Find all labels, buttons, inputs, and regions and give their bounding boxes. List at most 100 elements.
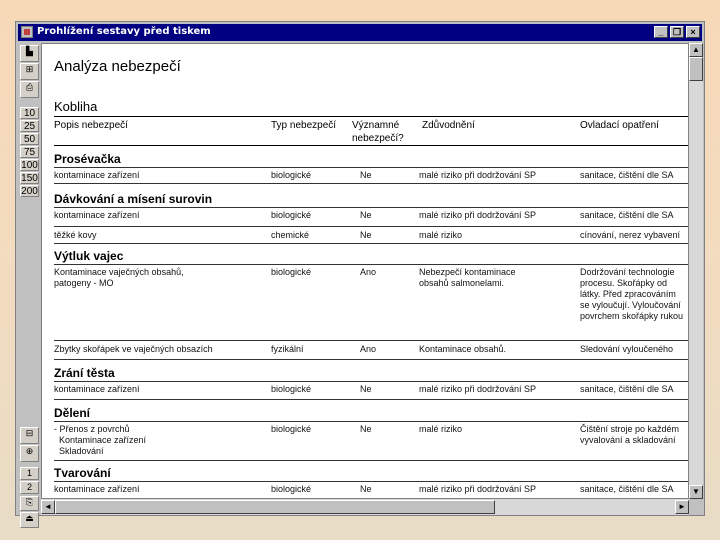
close-button[interactable]: × [686,26,700,38]
col-significant: Významné [352,120,400,131]
row-rule [54,226,688,227]
section-title: Dávkování a mísení surovin [54,192,213,206]
col-justification: Zdůvodnění [422,120,475,131]
cell-hazard: těžké kovy [54,230,97,240]
cell-hazard: Kontaminace vaječných obsahů, [54,267,184,277]
horizontal-scrollbar[interactable]: ◄ ► [41,499,689,515]
cell-hazard: - Přenos z povrchů [54,424,130,434]
zoom-10-button[interactable]: 10 [20,107,39,119]
cell-control: cínování, nerez vybavení [580,230,681,240]
scroll-down-icon[interactable]: ▼ [689,485,703,499]
cell-type: biologické [271,170,312,180]
cell-type: fyzikální [271,344,304,354]
section-title: Zrání těsta [54,366,115,380]
export-icon[interactable]: ⎘ [20,496,39,511]
page-2-button[interactable]: 2 [20,481,39,494]
cell-control: Dodržování technologie [580,267,675,277]
cell-type: biologické [271,210,312,220]
cell-control-line2: procesu. Skořápky od [580,278,668,288]
col-control: Ovladací opatření [580,120,659,131]
cell-justification: Kontaminace obsahů. [419,344,507,354]
restore-button[interactable]: ❐ [670,26,684,38]
cell-significant: Ne [360,230,372,240]
col-significant-2: nebezpečí? [352,133,404,144]
cell-justification: malé riziko při dodržování SP [419,484,537,494]
vertical-scroll-thumb[interactable] [689,57,703,81]
exit-icon[interactable]: ⏏ [20,512,39,528]
zoom-50-button[interactable]: 50 [20,133,39,145]
cell-control-line4: se vyloučují. Vyloučování [580,300,681,310]
zoom-in-icon[interactable]: ⊕ [20,445,39,462]
header-top-rule [54,116,688,117]
page-1-button[interactable]: 1 [20,467,39,480]
vertical-scrollbar[interactable]: ▲ ▼ [689,43,703,499]
zoom-25-button[interactable]: 25 [20,120,39,132]
cell-type: chemické [271,230,310,240]
cell-hazard: kontaminace zařízení [54,170,140,180]
cell-hazard-line2: Kontaminace zařízení [54,435,147,445]
cell-control: sanitace, čištění dle SA [580,170,674,180]
cell-significant: Ne [360,424,372,434]
print-icon[interactable]: ▙ [20,45,39,62]
row-rule [54,399,688,400]
cell-justification: malé riziko při dodržování SP [419,170,537,180]
cell-significant: Ne [360,384,372,394]
zoom-75-button[interactable]: 75 [20,146,39,158]
cell-control-line5: povrchem skořápky rukou [580,311,684,321]
section-title: Prosévačka [54,152,121,166]
section-rule [54,381,688,382]
cell-significant: Ne [360,210,372,220]
setup-icon[interactable]: ⊞ [20,63,39,80]
cell-hazard-line2: patogeny - MO [54,278,114,288]
print-preview-icon[interactable]: ⎙ [20,81,39,98]
col-type: Typ nebezpečí [271,120,337,131]
header-bottom-rule [54,145,688,146]
scroll-left-icon[interactable]: ◄ [41,500,55,514]
cell-justification: Nebezpečí kontaminace [419,267,516,277]
cell-hazard: kontaminace zařízení [54,210,140,220]
section-rule [54,264,688,265]
cell-control: Sledování vyloučeného [580,344,674,354]
cell-hazard-line3: Skladování [54,446,104,456]
cell-hazard: kontaminace zařízení [54,384,140,394]
preview-toolbar: ▙ ⊞ ⎙ 10 25 50 75 100 150 200 ⊟ ⊕ 1 2 ⎘ … [18,43,40,528]
cell-hazard: Zbytky skořápek ve vaječných obsazích [54,344,213,354]
zoom-200-button[interactable]: 200 [20,185,39,197]
col-hazard: Popis nebezpečí [54,120,128,131]
scroll-right-icon[interactable]: ► [675,500,689,514]
window-title: Prohlížení sestavy před tiskem [37,26,211,37]
cell-significant: Ne [360,484,372,494]
cell-control: sanitace, čištění dle SA [580,484,674,494]
section-rule [54,167,688,168]
zoom-out-icon[interactable]: ⊟ [20,427,39,444]
cell-control-line2: vyvalování a skladování [580,435,676,445]
cell-significant: Ne [360,170,372,180]
minimize-button[interactable]: _ [654,26,668,38]
cell-hazard: kontaminace zařízení [54,484,140,494]
cell-justification: malé riziko [419,230,463,240]
row-rule [54,359,688,360]
section-rule [54,421,688,422]
zoom-150-button[interactable]: 150 [20,172,39,184]
cell-significant: Ano [360,267,377,277]
title-bar: Prohlížení sestavy před tiskem _ ❐ × [18,24,702,41]
section-title: Výtluk vajec [54,249,124,263]
cell-justification: malé riziko [419,424,463,434]
cell-justification: malé riziko při dodržování SP [419,384,537,394]
cell-type: biologické [271,267,312,277]
cell-type: biologické [271,424,312,434]
zoom-100-button[interactable]: 100 [20,159,39,171]
cell-type: biologické [271,384,312,394]
cell-control-line3: látky. Před zpracováním [580,289,676,299]
horizontal-scroll-thumb[interactable] [55,500,495,514]
section-rule [54,207,688,208]
cell-control: Čištění stroje po každém [580,424,680,434]
section-title: Dělení [54,406,91,420]
scroll-up-icon[interactable]: ▲ [689,43,703,57]
cell-control: sanitace, čištění dle SA [580,384,674,394]
cell-justification-line2: obsahů salmonelami. [419,278,505,288]
cell-justification: malé riziko při dodržování SP [419,210,537,220]
cell-significant: Ano [360,344,377,354]
app-icon [21,26,33,38]
row-rule [54,340,688,341]
